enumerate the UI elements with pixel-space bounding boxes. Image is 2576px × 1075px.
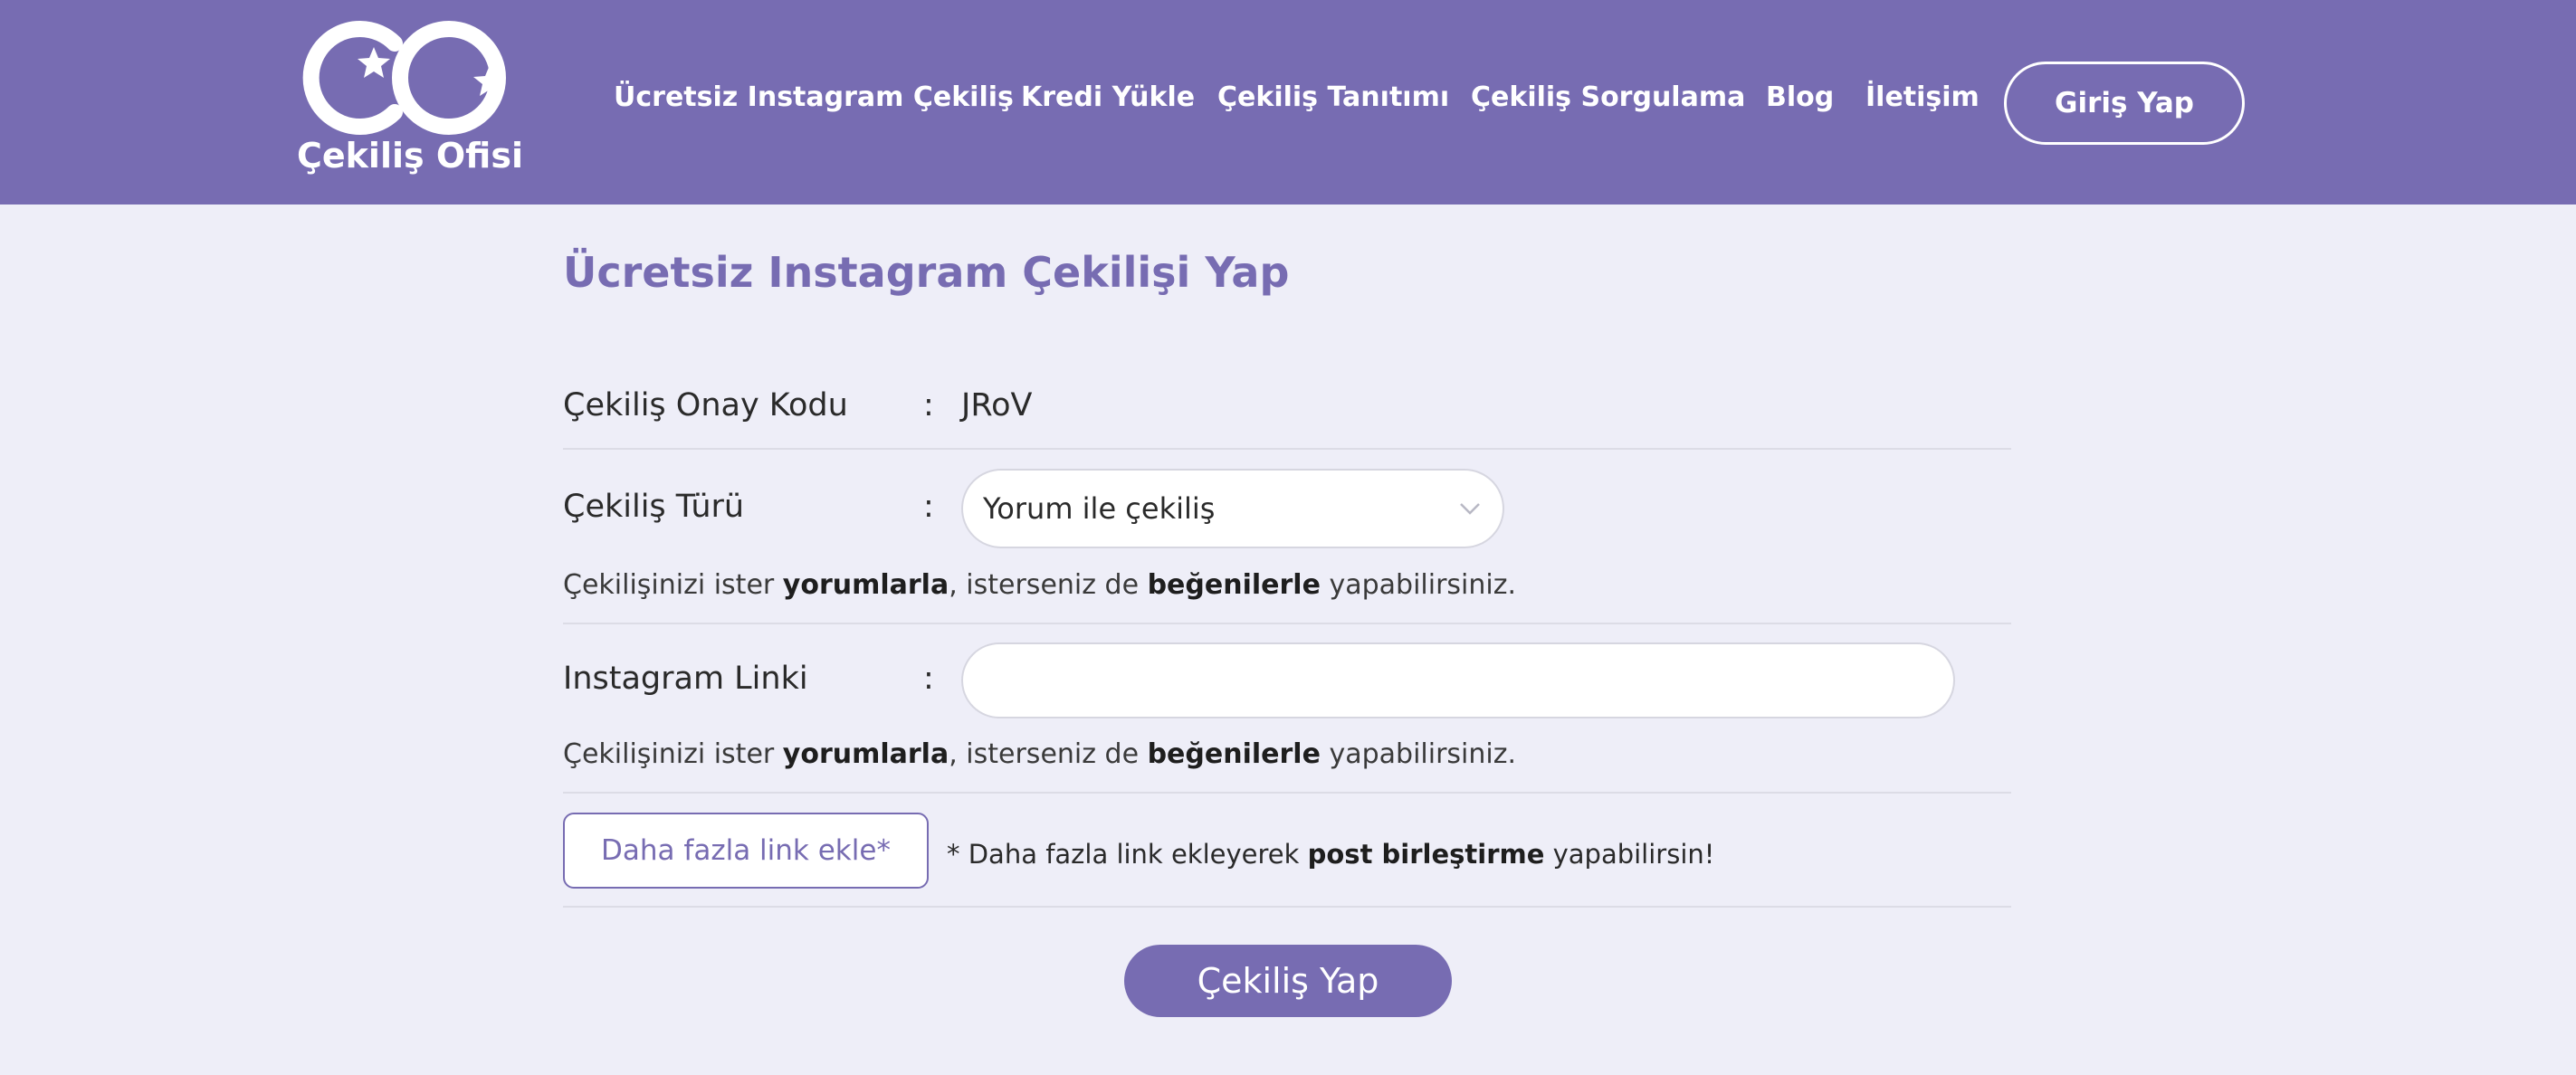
submit-raffle-button[interactable]: Çekiliş Yap xyxy=(1124,945,1452,1017)
instagram-link-input[interactable] xyxy=(961,642,1955,718)
add-more-link-note: * Daha fazla link ekleyerek post birleşt… xyxy=(947,839,1715,870)
raffle-type-select[interactable]: Yorum ile çekiliş xyxy=(961,469,1504,548)
nav-item-blog[interactable]: Blog xyxy=(1766,81,1834,113)
instagram-link-help: Çekilişinizi ister yorumlarla, isterseni… xyxy=(563,738,1517,770)
approval-code-label: Çekiliş Onay Kodu xyxy=(563,387,848,423)
login-button[interactable]: Giriş Yap xyxy=(2004,62,2245,145)
nav-item-promotion[interactable]: Çekiliş Tanıtımı xyxy=(1217,81,1449,113)
instagram-link-label: Instagram Linki xyxy=(563,661,808,697)
divider xyxy=(563,623,2011,624)
raffle-type-colon: : xyxy=(923,489,934,525)
approval-code-colon: : xyxy=(923,387,934,423)
nav-item-contact[interactable]: İletişim xyxy=(1865,81,1980,113)
site-header: Çekiliş Ofisi Ücretsiz Instagram Çekiliş… xyxy=(0,0,2576,205)
approval-code-value: JRoV xyxy=(961,387,1033,423)
divider xyxy=(563,792,2011,794)
chevron-down-icon xyxy=(1460,503,1480,515)
instagram-link-colon: : xyxy=(923,661,934,697)
raffle-type-help: Çekilişinizi ister yorumlarla, isterseni… xyxy=(563,569,1517,601)
add-more-link-button[interactable]: Daha fazla link ekle* xyxy=(563,813,929,889)
divider xyxy=(563,448,2011,450)
nav-item-free-instagram[interactable]: Ücretsiz Instagram Çekiliş xyxy=(614,81,1014,113)
page-title: Ücretsiz Instagram Çekilişi Yap xyxy=(563,248,1290,297)
raffle-type-selected: Yorum ile çekiliş xyxy=(983,491,1216,526)
raffle-type-label: Çekiliş Türü xyxy=(563,489,745,525)
nav-item-credit[interactable]: Kredi Yükle xyxy=(1021,81,1195,113)
nav-item-query[interactable]: Çekiliş Sorgulama xyxy=(1471,81,1745,113)
divider xyxy=(563,906,2011,908)
